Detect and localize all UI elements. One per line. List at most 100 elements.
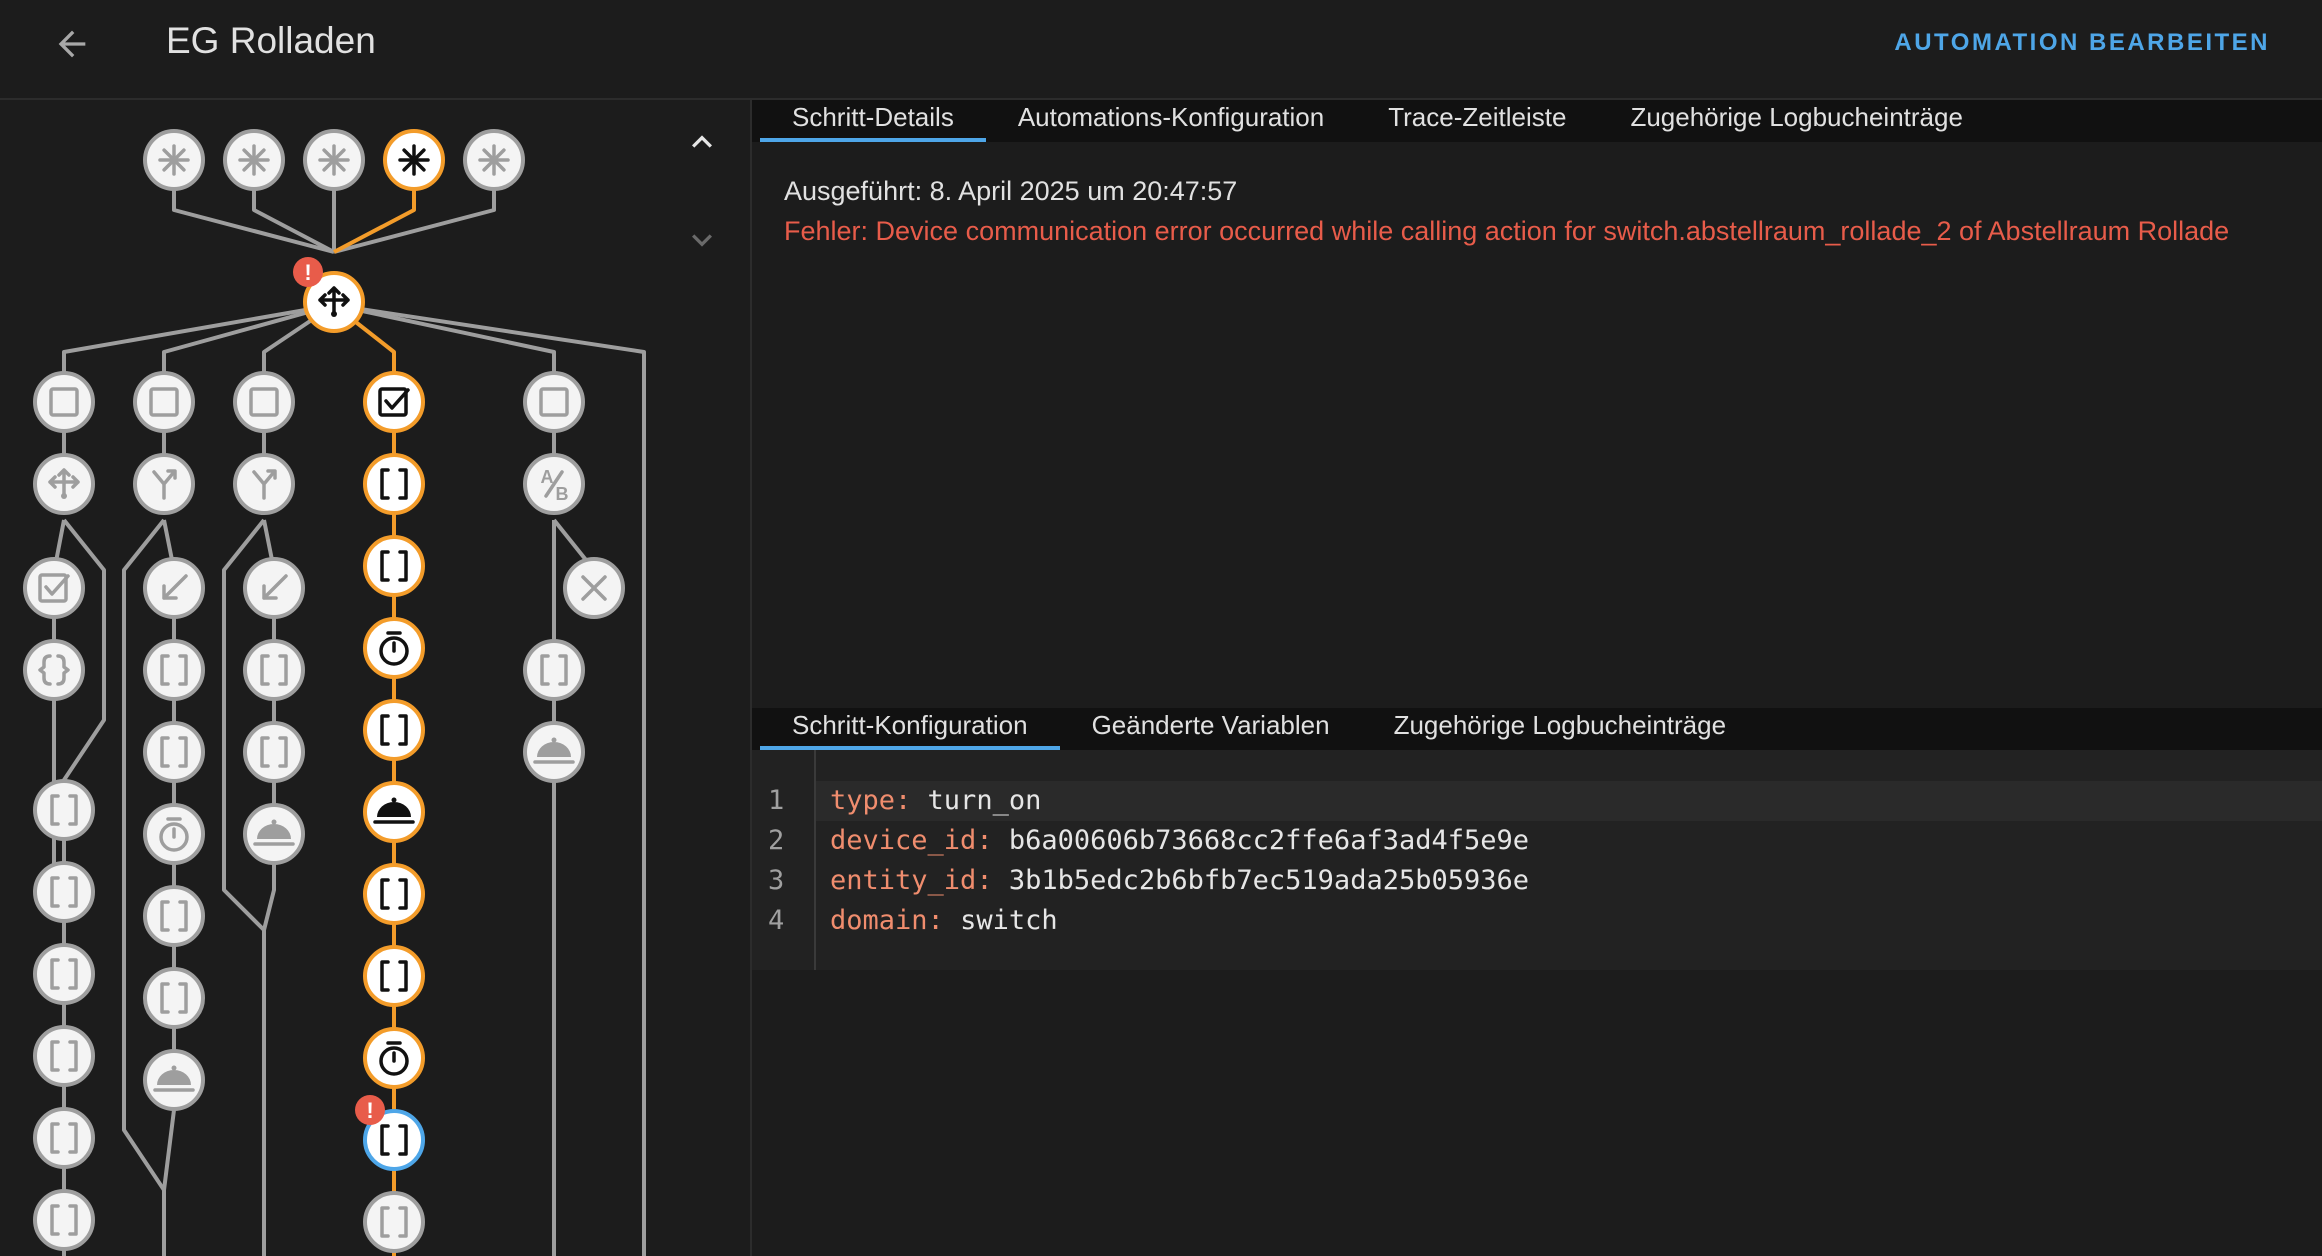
trace-node[interactable] [33, 1107, 95, 1169]
trace-node-circle [133, 371, 195, 433]
step-details-panel: Schritt-Details Automations-Konfiguratio… [752, 100, 2322, 1256]
tab-related-logbook-2[interactable]: Zugehörige Logbucheinträge [1362, 708, 1758, 750]
trace-node[interactable] [143, 721, 205, 783]
graph-connector [122, 518, 166, 1256]
trace-node[interactable] [233, 371, 295, 433]
trace-node[interactable] [143, 967, 205, 1029]
trace-node-circle [363, 863, 425, 925]
trace-node-circle [33, 943, 95, 1005]
trigger-icon [398, 144, 430, 176]
trace-node-circle [243, 639, 305, 701]
top-app-bar: EG Rolladen AUTOMATION BEARBEITEN [0, 0, 2322, 100]
trace-node[interactable] [523, 371, 585, 433]
trace-node-circle [143, 967, 205, 1029]
top-tabbar: Schritt-Details Automations-Konfiguratio… [752, 100, 2322, 142]
trace-node-circle [523, 371, 585, 433]
trace-node-circle [363, 945, 425, 1007]
svg-text:!: ! [366, 1098, 373, 1123]
edit-automation-button[interactable]: AUTOMATION BEARBEITEN [1894, 26, 2270, 60]
error-badge-icon: ! [355, 1095, 385, 1125]
trace-node-circle [363, 1191, 425, 1253]
trace-node-circle [33, 371, 95, 433]
chevron-down-icon [692, 234, 712, 247]
trace-node[interactable] [363, 699, 425, 761]
trace-node[interactable] [363, 371, 425, 433]
trace-node[interactable] [133, 371, 195, 433]
yaml-value: 3b1b5edc2b6bfb7ec519ada25b05936e [1008, 865, 1529, 896]
svg-text:!: ! [304, 260, 311, 285]
line-number: 4 [768, 905, 785, 936]
trace-node-circle [363, 371, 425, 433]
line-number: 2 [768, 825, 785, 856]
tab-step-config[interactable]: Schritt-Konfiguration [752, 708, 1060, 750]
trace-node-circle [523, 639, 585, 701]
trace-node-circle [363, 699, 425, 761]
trace-node-circle [243, 721, 305, 783]
trace-node-circle [23, 639, 85, 701]
tab-trace-timeline[interactable]: Trace-Zeitleiste [1356, 100, 1598, 142]
trace-graph-panel: !! A B [0, 100, 752, 1256]
trace-node[interactable] [143, 639, 205, 701]
trigger-icon [478, 144, 510, 176]
yaml-value: b6a00606b73668cc2ffe6af3ad4f5e9e [1008, 825, 1529, 856]
trace-node[interactable] [243, 721, 305, 783]
yaml-key: device_id [830, 825, 977, 856]
trace-node[interactable] [33, 861, 95, 923]
trace-node-circle [33, 861, 95, 923]
trace-node-circle [23, 557, 85, 619]
trace-node[interactable] [523, 639, 585, 701]
previous-step-button[interactable] [682, 122, 722, 162]
tab-related-logbook[interactable]: Zugehörige Logbucheinträge [1598, 100, 1994, 142]
trace-node-circle [363, 453, 425, 515]
trace-node[interactable] [143, 885, 205, 947]
code-line: 4 domain: switch [752, 901, 2322, 941]
back-button[interactable] [46, 18, 98, 70]
trace-node-circle [363, 535, 425, 597]
tab-automation-config[interactable]: Automations-Konfiguration [986, 100, 1356, 142]
tab-changed-variables[interactable]: Geänderte Variablen [1060, 708, 1362, 750]
svg-text:A: A [541, 467, 554, 487]
error-message: Fehler: Device communication error occur… [784, 216, 2230, 246]
trace-node[interactable] [23, 639, 85, 701]
trace-node-circle [33, 1025, 95, 1087]
graph-connector [222, 518, 266, 1256]
line-number: 3 [768, 865, 785, 896]
trace-node[interactable] [363, 453, 425, 515]
svg-text:B: B [556, 484, 569, 504]
trace-node[interactable] [363, 945, 425, 1007]
chevron-up-icon [692, 135, 712, 148]
trace-graph: !! AB [23, 129, 646, 1256]
trace-node-circle [33, 779, 95, 841]
next-step-button[interactable] [682, 220, 722, 260]
trace-node-circle [143, 721, 205, 783]
trace-node[interactable] [33, 1189, 95, 1251]
executed-timestamp: Ausgeführt: 8. April 2025 um 20:47:57 [784, 176, 1238, 206]
code-line: 2 device_id: b6a00606b73668cc2ffe6af3ad4… [752, 821, 2322, 861]
trace-node-circle [143, 885, 205, 947]
arrow-left-icon [58, 30, 86, 58]
trace-node[interactable] [33, 779, 95, 841]
trace-node[interactable] [33, 943, 95, 1005]
page-title: EG Rolladen [166, 20, 376, 61]
tab-step-details[interactable]: Schritt-Details [752, 100, 986, 142]
trigger-icon [158, 144, 190, 176]
yaml-key: domain [830, 905, 928, 936]
code-line: 1 type: turn_on [752, 781, 2322, 821]
trigger-icon [318, 144, 350, 176]
trace-node[interactable] [243, 639, 305, 701]
yaml-value: switch [960, 905, 1058, 936]
line-number: 1 [768, 785, 785, 816]
yaml-key: type [830, 785, 896, 816]
trace-node[interactable] [363, 1191, 425, 1253]
trace-node[interactable] [33, 1025, 95, 1087]
yaml-value: turn_on [927, 785, 1042, 816]
trace-node[interactable] [23, 557, 85, 619]
step-config-editor[interactable]: 1 type: turn_on 2 device_id: b6a00606b73… [752, 750, 2322, 970]
code-line: 3 entity_id: 3b1b5edc2b6bfb7ec519ada25b0… [752, 861, 2322, 901]
trace-node[interactable] [363, 535, 425, 597]
trace-node[interactable] [363, 863, 425, 925]
bottom-tabbar: Schritt-Konfiguration Geänderte Variable… [752, 708, 2322, 750]
trace-node[interactable] [33, 371, 95, 433]
trace-node-circle [33, 1189, 95, 1251]
yaml-key: entity_id [830, 865, 977, 896]
